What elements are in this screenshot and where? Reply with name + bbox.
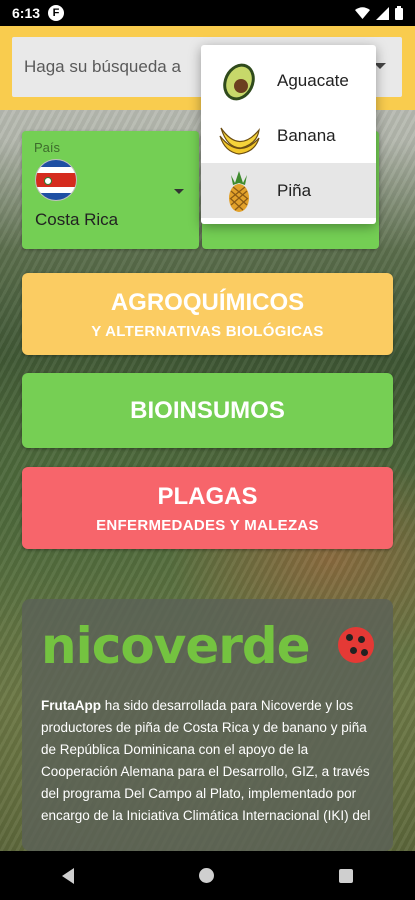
- ladybug-icon: [338, 627, 374, 663]
- plagas-subtitle: ENFERMEDADES Y MALEZAS: [96, 516, 319, 534]
- country-selector[interactable]: País Costa Rica: [22, 131, 199, 249]
- plagas-button[interactable]: PLAGAS ENFERMEDADES Y MALEZAS: [22, 467, 393, 549]
- dropdown-item-aguacate[interactable]: Aguacate: [201, 53, 376, 108]
- status-bar: 6:13 F: [0, 0, 415, 26]
- plagas-title: PLAGAS: [157, 482, 258, 510]
- country-value: Costa Rica: [35, 210, 119, 229]
- nicoverde-logo: nicoverde: [41, 617, 374, 675]
- dropdown-item-label: Aguacate: [277, 71, 349, 90]
- status-icons: [355, 6, 403, 20]
- bioinsumos-title: BIOINSUMOS: [130, 396, 285, 424]
- status-time: 6:13: [12, 5, 41, 21]
- bioinsumos-button[interactable]: BIOINSUMOS: [22, 373, 393, 448]
- agroquimicos-button[interactable]: AGROQUÍMICOS Y ALTERNATIVAS BIOLÓGICAS: [22, 273, 393, 355]
- info-text: FrutaApp ha sido desarrollada para Nicov…: [41, 695, 376, 827]
- circle-f-icon: F: [48, 5, 65, 21]
- info-body: ha sido desarrollada para Nicoverde y lo…: [41, 698, 371, 823]
- info-panel: nicoverde FrutaApp ha sido desarrollada …: [22, 599, 393, 851]
- chevron-down-icon[interactable]: [174, 189, 184, 194]
- dropdown-item-pina[interactable]: Piña: [201, 163, 376, 218]
- flag-emblem: [44, 177, 52, 185]
- pineapple-icon: [229, 171, 249, 212]
- dropdown-item-label: Banana: [277, 126, 336, 145]
- back-icon[interactable]: [62, 867, 75, 884]
- banana-icon: [219, 127, 260, 155]
- logo-text: nicoverde: [41, 617, 311, 675]
- country-label: País: [34, 140, 61, 155]
- avocado-icon: [223, 63, 255, 101]
- home-icon[interactable]: [198, 868, 214, 883]
- agroquimicos-subtitle: Y ALTERNATIVAS BIOLÓGICAS: [91, 322, 324, 340]
- dropdown-item-label: Piña: [277, 181, 312, 200]
- crop-dropdown-menu: Aguacate Banana Piña: [201, 45, 376, 224]
- dropdown-item-banana[interactable]: Banana: [201, 108, 376, 163]
- search-placeholder: Haga su búsqueda a: [24, 57, 181, 76]
- navigation-bar: [0, 851, 415, 900]
- agroquimicos-title: AGROQUÍMICOS: [110, 288, 305, 316]
- wifi-icon: [355, 7, 370, 19]
- costa-rica-flag-icon: [35, 159, 77, 201]
- battery-icon: [395, 6, 403, 20]
- brand-name: FrutaApp: [41, 698, 101, 713]
- signal-icon: [376, 6, 389, 20]
- recents-icon[interactable]: [338, 868, 353, 883]
